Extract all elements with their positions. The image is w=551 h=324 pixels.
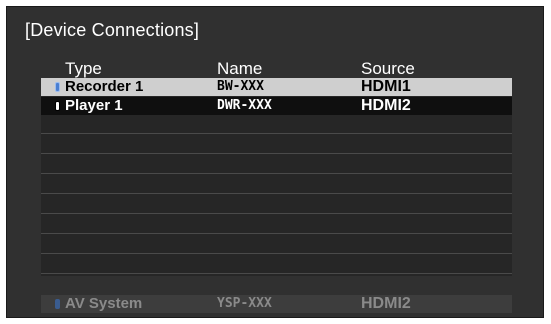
device-row-player-1[interactable]: Player 1 DWR-XXX HDMI2 xyxy=(41,97,512,115)
blue-device-icon xyxy=(55,82,60,92)
device-type: Player 1 xyxy=(65,97,123,114)
device-name: BW-XXX xyxy=(217,79,264,94)
empty-row[interactable] xyxy=(41,256,512,274)
empty-row[interactable] xyxy=(41,116,512,134)
empty-row[interactable] xyxy=(41,216,512,234)
device-source: HDMI1 xyxy=(361,78,411,95)
empty-row[interactable] xyxy=(41,176,512,194)
empty-row[interactable] xyxy=(41,236,512,254)
device-name: YSP-XXX xyxy=(217,296,272,311)
device-name: DWR-XXX xyxy=(217,98,272,113)
av-system-row: AV System YSP-XXX HDMI2 xyxy=(41,295,512,313)
empty-row[interactable] xyxy=(41,196,512,214)
column-header-name: Name xyxy=(217,59,263,78)
blue-device-icon xyxy=(55,299,60,309)
column-header-type: Type xyxy=(65,59,102,78)
device-source: HDMI2 xyxy=(361,97,411,114)
device-list: Recorder 1 BW-XXX HDMI1 Player 1 DWR-XXX… xyxy=(41,78,512,276)
device-row-recorder-1[interactable]: Recorder 1 BW-XXX HDMI1 xyxy=(41,78,512,96)
column-header-source: Source xyxy=(361,59,415,78)
device-source: HDMI2 xyxy=(361,295,411,312)
white-device-icon xyxy=(55,101,60,111)
empty-row[interactable] xyxy=(41,156,512,174)
device-type: AV System xyxy=(65,295,143,312)
device-connections-screen: [Device Connections] Type Name Source Re… xyxy=(6,6,544,318)
device-type: Recorder 1 xyxy=(65,78,144,95)
page-title: [Device Connections] xyxy=(25,20,200,40)
empty-row[interactable] xyxy=(41,136,512,154)
